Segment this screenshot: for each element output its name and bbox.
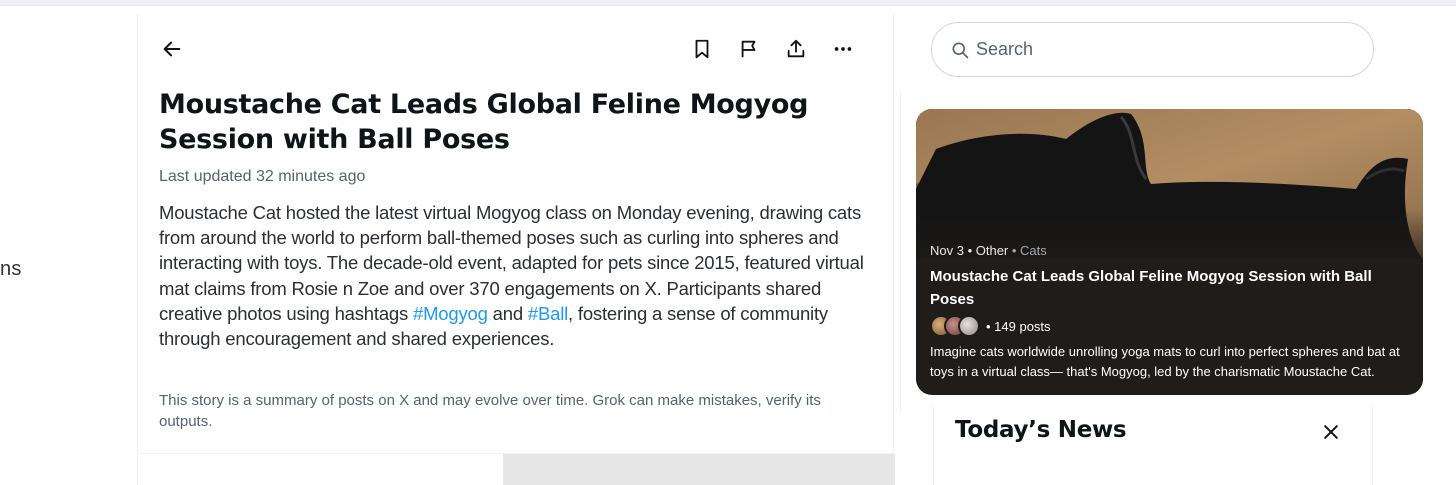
avatar — [958, 315, 980, 337]
bookmark-icon — [695, 39, 709, 59]
bookmark-button[interactable] — [685, 32, 719, 66]
grok-disclaimer: This story is a summary of posts on X an… — [159, 392, 821, 430]
trend-card-title: Moustache Cat Leads Global Feline Mogyog… — [930, 268, 1372, 308]
search-input[interactable] — [976, 39, 1336, 60]
hashtag-link-mogyog[interactable]: #Mogyog — [413, 303, 488, 324]
avatar-stack — [930, 315, 984, 337]
report-button[interactable] — [732, 32, 766, 66]
story-toolbar — [138, 32, 895, 68]
trend-card-meta: Nov 3 • Other • Cats — [930, 243, 1047, 258]
close-news-button[interactable] — [1316, 417, 1346, 447]
trend-category: Other — [975, 243, 1009, 258]
browser-top-strip — [0, 0, 1456, 6]
search-icon — [952, 42, 969, 58]
todays-news-title: Today’s News — [955, 417, 1127, 443]
story-headline: Moustache Cat Leads Global Feline Mogyog… — [159, 89, 809, 155]
todays-news-panel: Today’s News — [933, 405, 1373, 485]
posts-bullet: • — [986, 318, 995, 334]
story-column: Moustache Cat Leads Global Feline Mogyog… — [137, 14, 895, 485]
trend-topic: Cats — [1020, 243, 1047, 258]
trend-card-posts: • 149 posts — [930, 314, 1051, 338]
meta-separator-1: • — [963, 243, 976, 258]
arrow-left-icon — [163, 41, 181, 57]
sidebar-divider — [900, 92, 901, 412]
hashtag-link-ball[interactable]: #Ball — [528, 303, 568, 324]
left-nav-partial-label[interactable]: ns — [0, 258, 22, 281]
posts-count: 149 posts — [994, 318, 1051, 334]
tab-latest[interactable] — [503, 454, 895, 485]
tab-top[interactable] — [138, 454, 503, 485]
back-button[interactable] — [155, 32, 189, 66]
trend-card[interactable]: Nov 3 • Other • Cats Moustache Cat Leads… — [916, 109, 1423, 395]
story-tabs — [138, 453, 895, 485]
close-icon — [1324, 425, 1338, 439]
flag-icon — [741, 40, 756, 58]
share-button[interactable] — [779, 32, 813, 66]
share-icon — [787, 39, 805, 58]
more-button[interactable] — [826, 32, 860, 66]
more-horizontal-icon — [834, 47, 852, 51]
story-summary: Moustache Cat hosted the latest virtual … — [159, 200, 874, 351]
trend-date: Nov 3 — [930, 243, 964, 258]
summary-text-and: and — [487, 302, 528, 324]
meta-separator-2: • — [1008, 243, 1021, 258]
trend-card-description: Imagine cats worldwide unrolling yoga ma… — [930, 344, 1400, 379]
last-updated-text: Last updated 32 minutes ago — [159, 168, 366, 185]
search-box[interactable] — [931, 22, 1374, 77]
